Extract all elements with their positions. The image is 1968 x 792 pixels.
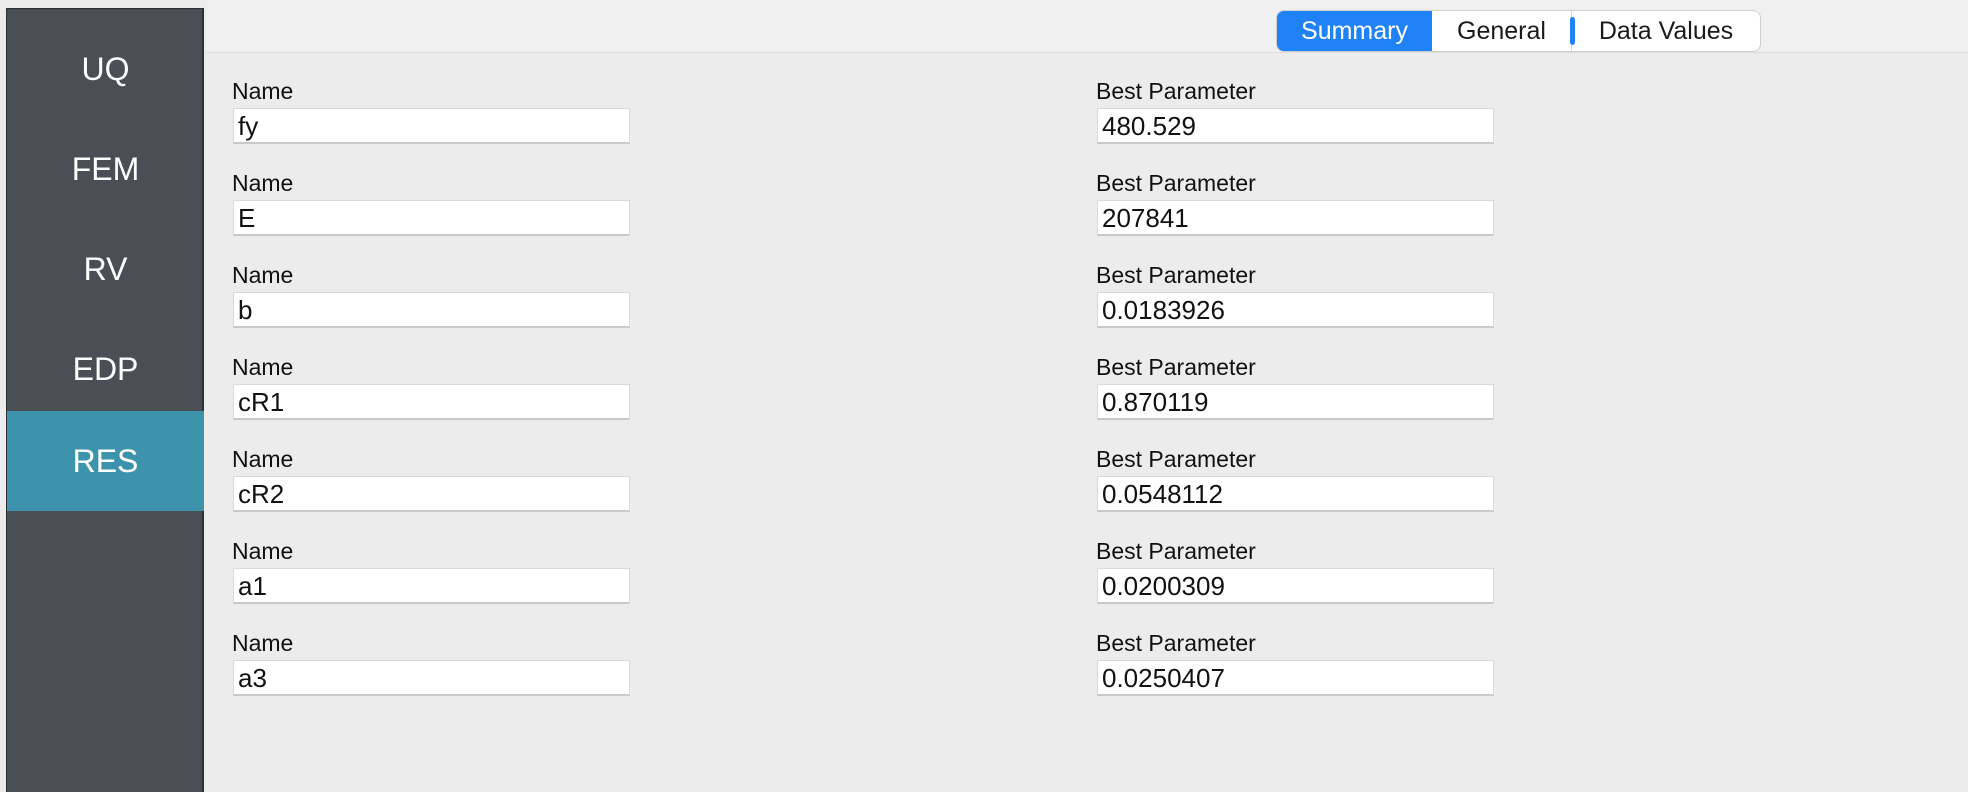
parameter-row: Name fy Best Parameter 480.529 [0,0,1968,144]
parameter-row: Name a3 Best Parameter 0.0250407 [0,552,1968,696]
parameter-row: Name a1 Best Parameter 0.0200309 [0,460,1968,604]
parameter-row: Name E Best Parameter 207841 [0,92,1968,236]
parameter-row: Name b Best Parameter 0.0183926 [0,184,1968,328]
parameter-row: Name cR1 Best Parameter 0.870119 [0,276,1968,420]
best-parameter-label: Best Parameter [1096,630,1256,656]
parameter-name-field[interactable]: a3 [233,660,630,696]
best-parameter-field[interactable]: 0.0250407 [1097,660,1494,696]
name-label: Name [232,630,294,656]
parameter-row: Name cR2 Best Parameter 0.0548112 [0,368,1968,512]
